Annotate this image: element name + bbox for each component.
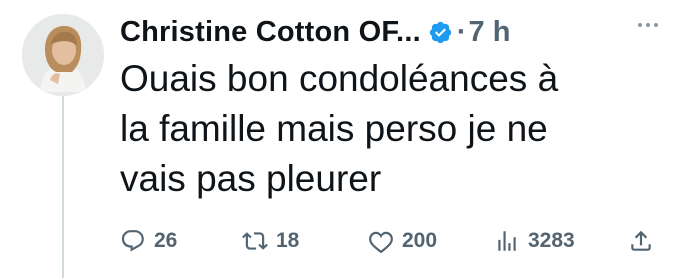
more-icon[interactable] bbox=[636, 14, 660, 34]
view-count: 3283 bbox=[528, 229, 575, 252]
views-button[interactable]: 3283 bbox=[494, 226, 575, 256]
retweet-button[interactable]: 18 bbox=[242, 226, 299, 256]
header-separator: · bbox=[456, 15, 467, 48]
verified-badge-icon bbox=[429, 21, 452, 43]
tweet-text-line: la famille mais perso je ne bbox=[120, 108, 548, 149]
avatar[interactable] bbox=[22, 14, 104, 96]
tweet-actions: 26 18 200 3283 bbox=[120, 226, 660, 256]
avatar-image bbox=[22, 14, 104, 96]
like-button[interactable]: 200 bbox=[368, 226, 437, 256]
reply-button[interactable]: 26 bbox=[120, 226, 177, 256]
tweet-header: Christine Cotton OF... · 7 h bbox=[120, 10, 660, 54]
tweet-text-line: Ouais bon condoléances à bbox=[120, 58, 559, 99]
like-count: 200 bbox=[402, 229, 438, 252]
tweet-time[interactable]: 7 h bbox=[469, 16, 511, 49]
retweet-icon bbox=[242, 232, 268, 250]
tweet-text-line: vais pas pleurer bbox=[120, 158, 382, 199]
heart-icon bbox=[369, 231, 393, 254]
share-button[interactable] bbox=[628, 226, 654, 256]
share-icon bbox=[631, 230, 651, 251]
tweet-text: Ouais bon condoléances à la famille mais… bbox=[120, 54, 640, 204]
author-name[interactable]: Christine Cotton OF... bbox=[120, 16, 421, 49]
views-icon bbox=[498, 231, 516, 251]
thread-line bbox=[62, 96, 64, 278]
reply-icon bbox=[121, 230, 144, 252]
reply-count: 26 bbox=[154, 229, 178, 252]
retweet-count: 18 bbox=[276, 229, 300, 252]
